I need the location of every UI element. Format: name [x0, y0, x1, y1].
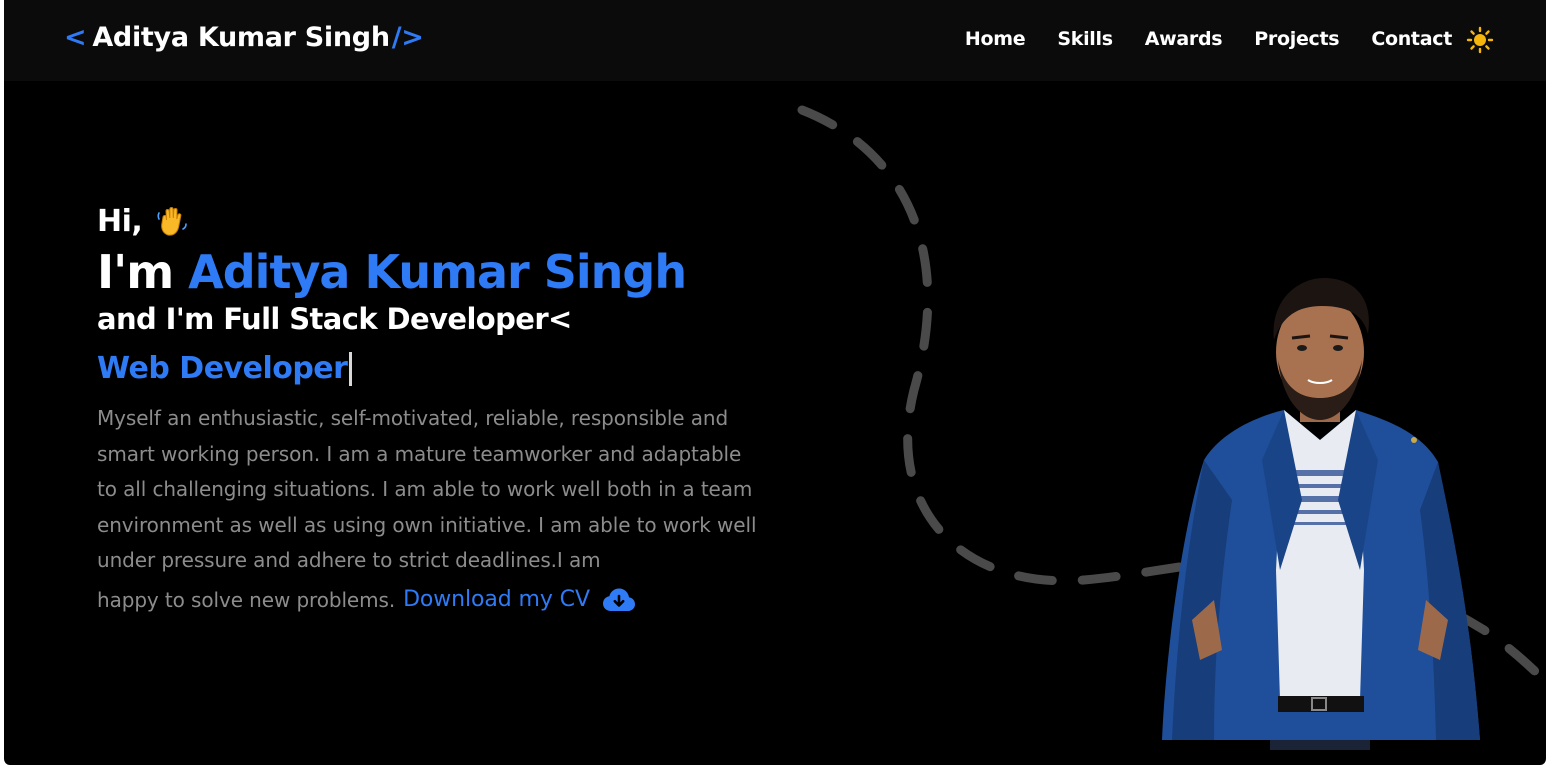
- role-line: and I'm Full Stack Developer<: [97, 302, 572, 336]
- nav-home[interactable]: Home: [965, 28, 1026, 50]
- nav-links: Home Skills Awards Projects Contact: [965, 28, 1452, 50]
- profile-photo: [1162, 278, 1480, 750]
- typed-role: Web Developer: [97, 349, 757, 389]
- brand-name: Aditya Kumar Singh: [92, 22, 390, 53]
- hero-text: Hi, I'm Aditya Kumar Singh and I'm Full …: [97, 204, 757, 613]
- about-tail: happy to solve new problems. Download my…: [97, 587, 757, 613]
- typed-text: Web Developer: [97, 351, 348, 386]
- intro-heading: I'm Aditya Kumar Singh: [97, 245, 757, 299]
- typing-cursor: [349, 352, 353, 386]
- nav-skills[interactable]: Skills: [1057, 28, 1113, 50]
- nav-awards[interactable]: Awards: [1145, 28, 1223, 50]
- about-tail-text: happy to solve new problems.: [97, 587, 396, 612]
- brand-open-bracket: <: [64, 22, 87, 53]
- hero-name: Aditya Kumar Singh: [188, 245, 687, 299]
- navbar: < Aditya Kumar Singh /> Home Skills Awar…: [4, 0, 1546, 81]
- page-frame: < Aditya Kumar Singh /> Home Skills Awar…: [4, 0, 1546, 765]
- waving-hand-icon: [157, 206, 188, 236]
- nav-projects[interactable]: Projects: [1254, 28, 1339, 50]
- cloud-download-icon[interactable]: [602, 587, 636, 613]
- about-paragraph: Myself an enthusiastic, self-motivated, …: [97, 406, 757, 572]
- brand-logo[interactable]: < Aditya Kumar Singh />: [64, 22, 424, 53]
- greeting-text: Hi,: [97, 204, 143, 239]
- intro-prefix: I'm: [97, 245, 174, 299]
- nav-contact[interactable]: Contact: [1371, 28, 1452, 50]
- greeting: Hi,: [97, 204, 757, 239]
- brand-close-bracket: />: [391, 22, 424, 53]
- download-cv-link[interactable]: Download my CV: [403, 587, 590, 612]
- sun-icon[interactable]: [1466, 26, 1494, 54]
